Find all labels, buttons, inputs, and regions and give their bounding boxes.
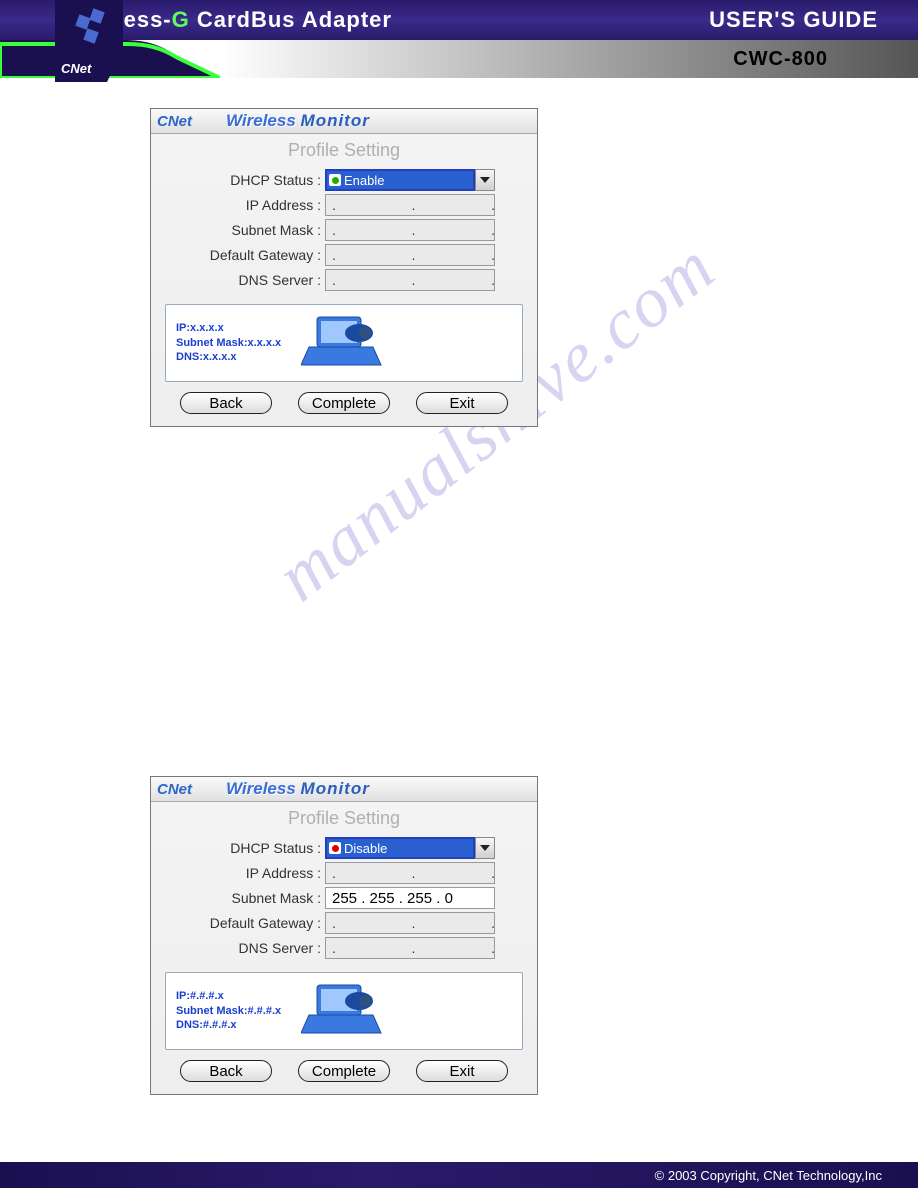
dialog-titlebar: CNet Wireless Monitor (151, 777, 537, 802)
gw-value: . . . (332, 915, 488, 931)
dialog-brand: CNet (157, 781, 192, 798)
dhcp-value: Enable (344, 173, 384, 188)
button-row: Back Complete Exit (151, 1050, 537, 1094)
laptop-icon (301, 313, 385, 373)
row-ip: IP Address : . . . (165, 194, 523, 216)
footer-bar: © 2003 Copyright, CNet Technology,Inc (0, 1162, 918, 1188)
gw-label: Default Gateway : (165, 915, 325, 931)
mask-input[interactable]: . . . (325, 219, 495, 241)
gw-input[interactable]: . . . (325, 244, 495, 266)
dns-label: DNS Server : (165, 940, 325, 956)
wm-monitor: Monitor (301, 111, 370, 130)
ip-label: IP Address : (165, 197, 325, 213)
dhcp-selected: Enable (325, 169, 475, 191)
model-number: CWC-800 (733, 48, 828, 71)
title-g: G (172, 7, 190, 32)
form-area: DHCP Status : Enable IP Address : . . . … (151, 169, 537, 298)
status-bullet-icon (329, 174, 341, 186)
header-banner: Wireless-G CardBus Adapter USER'S GUIDE (0, 0, 918, 40)
profile-dialog-disable: CNet Wireless Monitor Profile Setting DH… (150, 776, 538, 1095)
bullet-dot (332, 177, 339, 184)
form-area: DHCP Status : Disable IP Address : . . .… (151, 837, 537, 966)
info-line1: IP:x.x.x.x (176, 321, 281, 336)
ip-label: IP Address : (165, 865, 325, 881)
exit-button[interactable]: Exit (416, 392, 508, 414)
combo-arrow-icon[interactable] (475, 837, 495, 859)
mask-value: 255 . 255 . 255 . 0 (332, 890, 453, 907)
dialog-titlebar: CNet Wireless Monitor (151, 109, 537, 134)
dns-input[interactable]: . . . (325, 937, 495, 959)
title-post: CardBus Adapter (190, 7, 392, 32)
info-text: IP:x.x.x.x Subnet Mask:x.x.x.x DNS:x.x.x… (176, 321, 281, 366)
dialog-app-name: Wireless Monitor (226, 779, 370, 799)
laptop-icon (301, 981, 385, 1041)
row-gw: Default Gateway : . . . (165, 244, 523, 266)
dns-input[interactable]: . . . (325, 269, 495, 291)
row-dns: DNS Server : . . . (165, 269, 523, 291)
dialog-heading: Profile Setting (151, 802, 537, 837)
info-line3: DNS:#.#.#.x (176, 1018, 281, 1033)
bullet-dot (332, 845, 339, 852)
status-bullet-icon (329, 842, 341, 854)
dhcp-label: DHCP Status : (165, 840, 325, 856)
mask-value: . . . (332, 222, 488, 238)
brand-logo-block: CNet (55, 0, 123, 82)
row-dhcp: DHCP Status : Enable (165, 169, 523, 191)
mask-input[interactable]: 255 . 255 . 255 . 0 (325, 887, 495, 909)
dialog-heading: Profile Setting (151, 134, 537, 169)
info-line1: IP:#.#.#.x (176, 989, 281, 1004)
wm-wireless: Wireless (226, 779, 296, 798)
gw-label: Default Gateway : (165, 247, 325, 263)
users-guide-label: USER'S GUIDE (709, 7, 878, 33)
row-ip: IP Address : . . . (165, 862, 523, 884)
info-panel: IP:x.x.x.x Subnet Mask:x.x.x.x DNS:x.x.x… (165, 304, 523, 382)
wm-monitor: Monitor (301, 779, 370, 798)
info-text: IP:#.#.#.x Subnet Mask:#.#.#.x DNS:#.#.#… (176, 989, 281, 1034)
brand-text: CNet (61, 61, 91, 76)
sub-bar: CWC-800 (0, 40, 918, 78)
row-dns: DNS Server : . . . (165, 937, 523, 959)
ip-input[interactable]: . . . (325, 194, 495, 216)
model-strip: CWC-800 (220, 40, 918, 78)
dns-value: . . . (332, 272, 488, 288)
back-button[interactable]: Back (180, 1060, 272, 1082)
complete-button[interactable]: Complete (298, 392, 390, 414)
ip-value: . . . (332, 197, 488, 213)
combo-arrow-icon[interactable] (475, 169, 495, 191)
dialog-app-name: Wireless Monitor (226, 111, 370, 131)
wm-wireless: Wireless (226, 111, 296, 130)
row-mask: Subnet Mask : 255 . 255 . 255 . 0 (165, 887, 523, 909)
dhcp-combo[interactable]: Disable (325, 837, 495, 859)
row-dhcp: DHCP Status : Disable (165, 837, 523, 859)
dns-label: DNS Server : (165, 272, 325, 288)
mask-label: Subnet Mask : (165, 890, 325, 906)
dhcp-label: DHCP Status : (165, 172, 325, 188)
row-mask: Subnet Mask : . . . (165, 219, 523, 241)
info-panel: IP:#.#.#.x Subnet Mask:#.#.#.x DNS:#.#.#… (165, 972, 523, 1050)
info-line2: Subnet Mask:#.#.#.x (176, 1004, 281, 1019)
button-row: Back Complete Exit (151, 382, 537, 426)
exit-button[interactable]: Exit (416, 1060, 508, 1082)
profile-dialog-enable: CNet Wireless Monitor Profile Setting DH… (150, 108, 538, 427)
ip-value: . . . (332, 865, 488, 881)
row-gw: Default Gateway : . . . (165, 912, 523, 934)
gw-input[interactable]: . . . (325, 912, 495, 934)
info-line3: DNS:x.x.x.x (176, 350, 281, 365)
dhcp-combo[interactable]: Enable (325, 169, 495, 191)
dhcp-selected: Disable (325, 837, 475, 859)
ip-input[interactable]: . . . (325, 862, 495, 884)
dns-value: . . . (332, 940, 488, 956)
product-title: Wireless-G CardBus Adapter (65, 7, 709, 33)
info-line2: Subnet Mask:x.x.x.x (176, 336, 281, 351)
mask-label: Subnet Mask : (165, 222, 325, 238)
dhcp-value: Disable (344, 841, 387, 856)
gw-value: . . . (332, 247, 488, 263)
footer-text: © 2003 Copyright, CNet Technology,Inc (655, 1168, 882, 1183)
complete-button[interactable]: Complete (298, 1060, 390, 1082)
back-button[interactable]: Back (180, 392, 272, 414)
dialog-brand: CNet (157, 113, 192, 130)
